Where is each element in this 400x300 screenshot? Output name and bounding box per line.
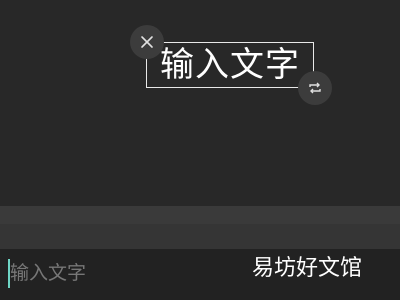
rotate-icon <box>309 82 321 94</box>
close-icon <box>141 36 153 48</box>
watermark-text: 易坊好文馆 <box>252 256 363 281</box>
editor-canvas[interactable] <box>0 0 400 206</box>
toolbar-band <box>0 206 400 249</box>
text-sticker-box[interactable]: 输入文字 <box>146 42 314 88</box>
toolbar-strip <box>0 224 400 249</box>
close-button[interactable] <box>130 25 164 59</box>
text-sticker-content: 输入文字 <box>160 45 300 85</box>
text-input-field[interactable] <box>10 255 230 291</box>
rotate-button[interactable] <box>298 71 332 105</box>
